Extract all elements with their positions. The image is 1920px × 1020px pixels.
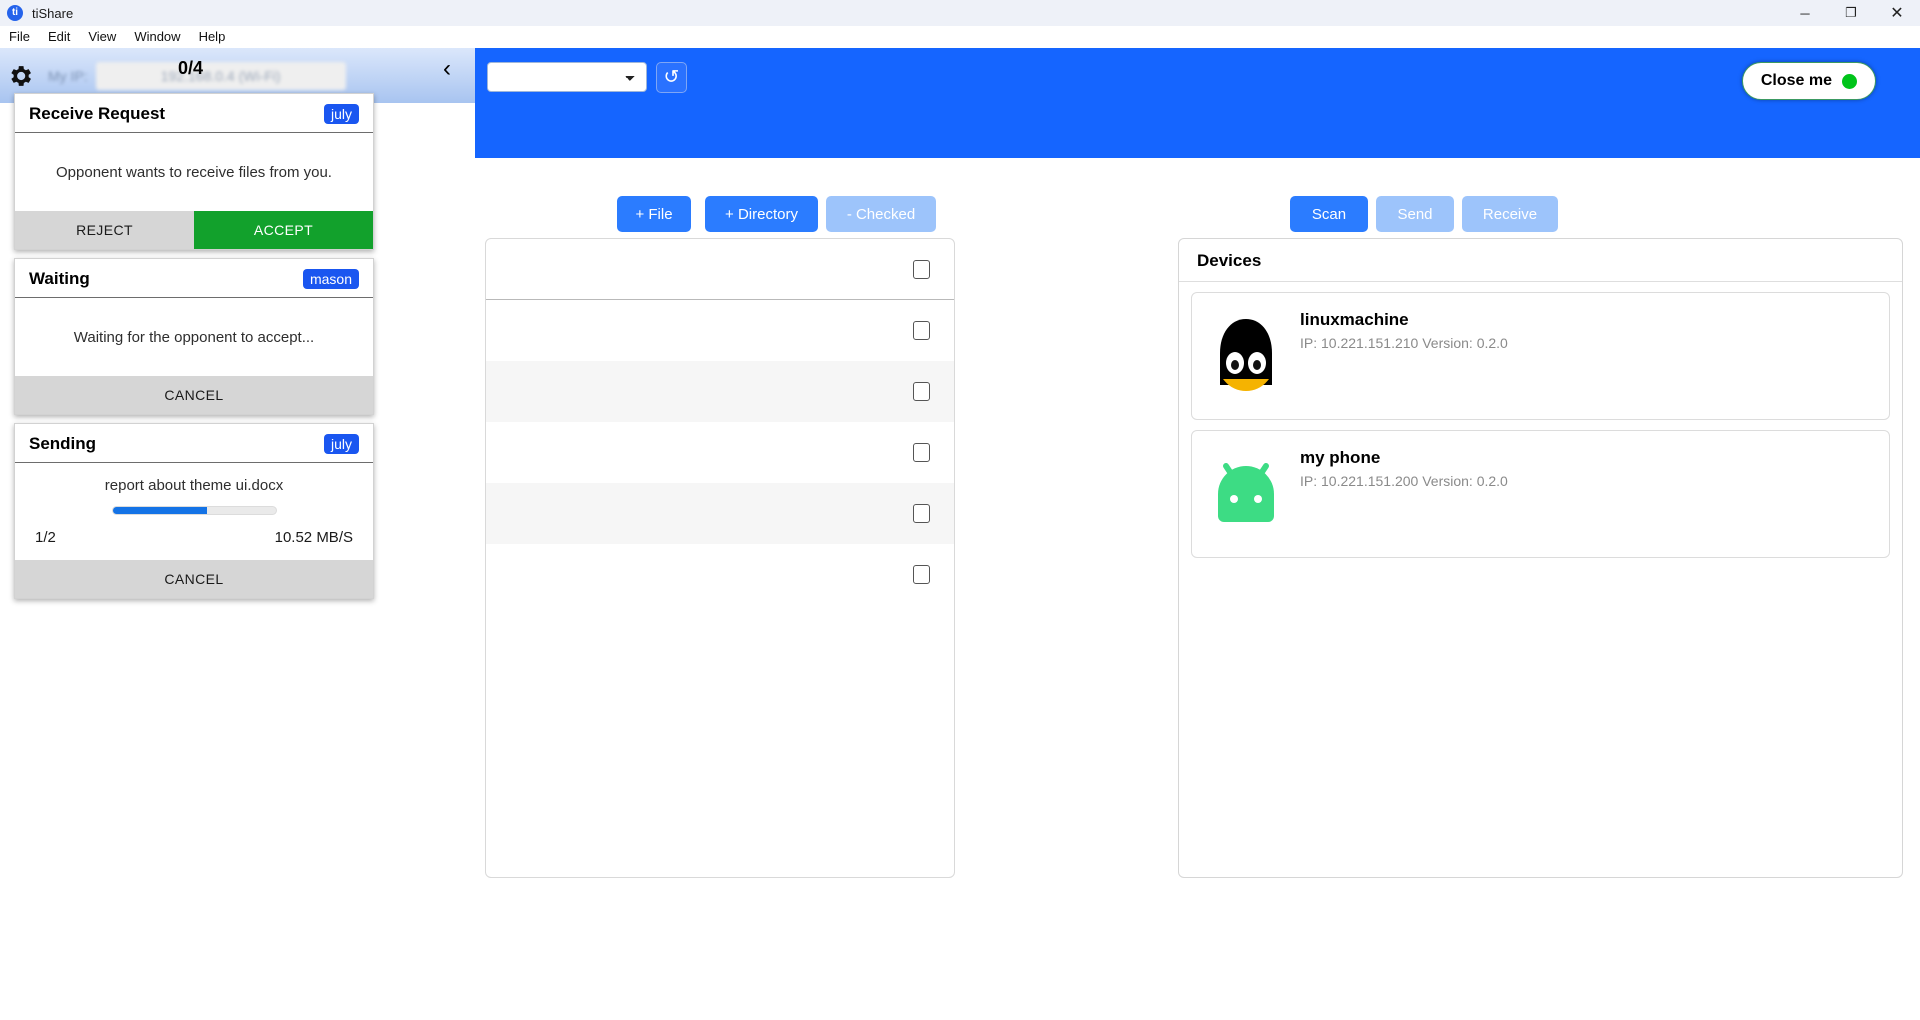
remove-checked-button[interactable]: - Checked	[826, 196, 936, 232]
card-header: Waiting mason	[15, 259, 373, 298]
card-message: Opponent wants to receive files from you…	[56, 163, 332, 181]
row-checkbox[interactable]	[913, 381, 930, 401]
card-title: Receive Request	[29, 104, 166, 123]
card-message: Waiting for the opponent to accept...	[73, 328, 315, 346]
table-row[interactable]	[486, 361, 954, 422]
maximize-button[interactable]: ❐	[1828, 0, 1874, 26]
row-checkbox[interactable]	[913, 564, 930, 584]
menu-item-help[interactable]: Help	[190, 26, 235, 48]
table-row[interactable]	[486, 483, 954, 544]
status-badge: july	[323, 104, 359, 124]
status-dot-icon	[1842, 73, 1857, 89]
refresh-icon[interactable]: ↺	[656, 62, 687, 93]
my-ip-value: 192.168.0.4 (Wi-Fi)	[95, 61, 346, 90]
progress-bar	[111, 506, 277, 515]
status-badge: july	[323, 434, 359, 454]
device-select[interactable]	[487, 62, 647, 92]
device-name: linuxmachine	[1300, 310, 1409, 329]
file-list-panel	[485, 238, 955, 878]
cancel-button[interactable]: CANCEL	[15, 560, 373, 598]
receive-button[interactable]: Receive	[1462, 196, 1558, 232]
transfer-counter: 0/4	[178, 58, 204, 78]
card-body: Opponent wants to receive files from you…	[15, 133, 373, 211]
app-logo-icon: ti	[7, 5, 23, 21]
menu-item-window[interactable]: Window	[125, 26, 189, 48]
android-icon	[1192, 431, 1300, 557]
close-window-button[interactable]: ✕	[1874, 0, 1920, 26]
transfer-speed: 10.52 MB/S	[274, 529, 353, 546]
notification-card-waiting: Waiting mason Waiting for the opponent t…	[14, 258, 374, 415]
table-row[interactable]	[486, 239, 954, 300]
window-title: tiShare	[32, 5, 74, 21]
menu-item-view[interactable]: View	[79, 26, 125, 48]
menu-item-edit[interactable]: Edit	[39, 26, 79, 48]
blue-header-band: ↺ Close me	[475, 48, 1920, 158]
my-ip-label: My IP:	[48, 67, 88, 84]
card-header: Receive Request july	[15, 94, 373, 133]
card-body: report about theme ui.docx 1/2 10.52 MB/…	[15, 463, 373, 560]
progress-bar-fill	[112, 507, 208, 514]
card-title: Sending	[29, 434, 97, 453]
penguin-icon	[1192, 293, 1300, 419]
row-checkbox[interactable]	[913, 503, 930, 523]
minimize-button[interactable]: ─	[1782, 0, 1828, 26]
table-row[interactable]	[486, 300, 954, 361]
device-meta: IP: 10.221.151.210 Version: 0.2.0	[1300, 335, 1508, 351]
notification-card-sending: Sending july report about theme ui.docx …	[14, 423, 374, 599]
device-info: linuxmachine IP: 10.221.151.210 Version:…	[1300, 293, 1508, 351]
device-card-my-phone[interactable]: my phone IP: 10.221.151.200 Version: 0.2…	[1191, 430, 1890, 558]
cancel-button[interactable]: CANCEL	[15, 376, 373, 414]
devices-panel: Devices linuxmachine IP: 10.221.151.210 …	[1178, 238, 1903, 878]
menubar: File Edit View Window Help	[0, 26, 1920, 48]
status-badge: mason	[302, 269, 359, 289]
action-toolbar: + File + Directory - Checked Scan Send R…	[475, 158, 1920, 236]
devices-panel-title: Devices	[1179, 239, 1902, 282]
send-button[interactable]: Send	[1376, 196, 1454, 232]
window-controls: ─ ❐ ✕	[1782, 0, 1920, 26]
notification-card-receive-request: Receive Request july Opponent wants to r…	[14, 93, 374, 250]
device-name: my phone	[1300, 448, 1381, 467]
scan-button[interactable]: Scan	[1290, 196, 1368, 232]
card-actions: REJECT ACCEPT	[15, 211, 373, 249]
add-file-button[interactable]: + File	[617, 196, 691, 232]
add-directory-button[interactable]: + Directory	[705, 196, 818, 232]
transfer-filename: report about theme ui.docx	[104, 477, 284, 494]
notification-panel: Receive Request july Opponent wants to r…	[14, 93, 374, 607]
row-checkbox[interactable]	[913, 442, 930, 462]
card-actions: CANCEL	[15, 376, 373, 414]
chevron-left-icon[interactable]: ‹	[443, 57, 451, 81]
close-me-button[interactable]: Close me	[1741, 62, 1876, 100]
device-info: my phone IP: 10.221.151.200 Version: 0.2…	[1300, 431, 1508, 489]
row-checkbox[interactable]	[913, 259, 930, 279]
close-me-label: Close me	[1760, 72, 1832, 89]
device-card-linuxmachine[interactable]: linuxmachine IP: 10.221.151.210 Version:…	[1191, 292, 1890, 420]
table-row[interactable]	[486, 422, 954, 483]
card-actions: CANCEL	[15, 560, 373, 598]
device-meta: IP: 10.221.151.200 Version: 0.2.0	[1300, 473, 1508, 489]
gear-icon[interactable]	[6, 62, 34, 90]
card-header: Sending july	[15, 424, 373, 463]
card-body: Waiting for the opponent to accept...	[15, 298, 373, 376]
transfer-stats: 1/2 10.52 MB/S	[25, 529, 363, 546]
menu-item-file[interactable]: File	[0, 26, 39, 48]
table-row[interactable]	[486, 544, 954, 605]
accept-button[interactable]: ACCEPT	[194, 211, 373, 249]
reject-button[interactable]: REJECT	[15, 211, 194, 249]
transfer-count: 1/2	[35, 529, 56, 546]
window-titlebar: ti tiShare ─ ❐ ✕	[0, 0, 1920, 26]
app-stage: My IP: 192.168.0.4 (Wi-Fi) 0/4 ‹ ↺ Close…	[0, 48, 1920, 1020]
card-title: Waiting	[29, 269, 90, 288]
row-checkbox[interactable]	[913, 320, 930, 340]
